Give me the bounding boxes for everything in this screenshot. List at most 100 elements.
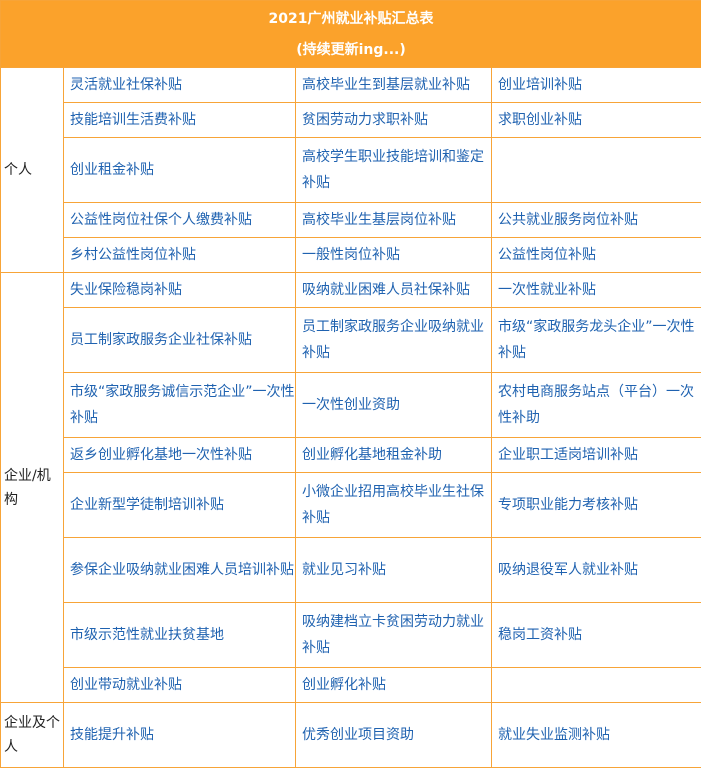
subsidy-link[interactable]: 创业孵化补贴: [302, 677, 386, 693]
table-row: 技能培训生活费补贴 贫困劳动力求职补贴 求职创业补贴: [1, 102, 701, 138]
table-cell: 返乡创业孵化基地一次性补贴: [63, 437, 296, 473]
subsidy-link[interactable]: 创业带动就业补贴: [70, 677, 182, 693]
subsidy-link[interactable]: 吸纳建档立卡贫困劳动力就业补贴: [302, 614, 484, 656]
subsidy-link[interactable]: 失业保险稳岗补贴: [70, 282, 182, 298]
table-cell: 企业职工适岗培训补贴: [490, 437, 701, 473]
table-cell: 高校学生职业技能培训和鉴定补贴: [295, 137, 492, 203]
subsidy-link[interactable]: 市级示范性就业扶贫基地: [70, 627, 224, 643]
subsidy-link[interactable]: 一次性就业补贴: [498, 282, 596, 298]
table-cell: 创业培训补贴: [490, 67, 701, 103]
table-row: 市级示范性就业扶贫基地 吸纳建档立卡贫困劳动力就业补贴 稳岗工资补贴: [1, 602, 701, 668]
subsidy-link[interactable]: 公益性岗位社保个人缴费补贴: [70, 212, 252, 228]
table-cell: 农村电商服务站点（平台）一次性补助: [490, 372, 701, 438]
subsidy-link[interactable]: 返乡创业孵化基地一次性补贴: [70, 447, 252, 463]
subsidy-link[interactable]: 市级“家政服务龙头企业”一次性补贴: [498, 319, 695, 361]
table-cell-empty: [490, 137, 701, 203]
table-cell: 创业租金补贴: [63, 137, 296, 203]
subsidy-link[interactable]: 灵活就业社保补贴: [70, 77, 182, 93]
category-individual: 个人: [0, 67, 64, 273]
table-cell: 吸纳建档立卡贫困劳动力就业补贴: [295, 602, 492, 668]
table-row: 参保企业吸纳就业困难人员培训补贴 就业见习补贴 吸纳退役军人就业补贴: [1, 537, 701, 603]
subsidy-link[interactable]: 公共就业服务岗位补贴: [498, 212, 638, 228]
table-title: 2021广州就业补贴汇总表: [268, 11, 434, 27]
subsidy-link[interactable]: 高校学生职业技能培训和鉴定补贴: [302, 149, 484, 191]
subsidy-link[interactable]: 员工制家政服务企业吸纳就业补贴: [302, 319, 484, 361]
table-cell: 一般性岗位补贴: [295, 237, 492, 273]
subsidy-link[interactable]: 稳岗工资补贴: [498, 627, 582, 643]
table-cell: 吸纳退役军人就业补贴: [490, 537, 701, 603]
table-subtitle: (持续更新ing...): [296, 42, 406, 58]
table-row: 返乡创业孵化基地一次性补贴 创业孵化基地租金补助 企业职工适岗培训补贴: [1, 437, 701, 473]
table-cell: 创业孵化补贴: [295, 667, 492, 703]
table-cell: 贫困劳动力求职补贴: [295, 102, 492, 138]
table-row: 市级“家政服务诚信示范企业”一次性补贴 一次性创业资助 农村电商服务站点（平台）…: [1, 372, 701, 438]
table-cell: 市级“家政服务龙头企业”一次性补贴: [490, 307, 701, 373]
table-row: 创业带动就业补贴 创业孵化补贴: [1, 667, 701, 703]
subsidy-link[interactable]: 贫困劳动力求职补贴: [302, 112, 428, 128]
table-cell: 小微企业招用高校毕业生社保补贴: [295, 472, 492, 538]
subsidy-link[interactable]: 市级“家政服务诚信示范企业”一次性补贴: [70, 384, 295, 426]
table-cell: 求职创业补贴: [490, 102, 701, 138]
subsidy-link[interactable]: 专项职业能力考核补贴: [498, 497, 638, 513]
table-cell-empty: [490, 667, 701, 703]
subsidy-link[interactable]: 一次性创业资助: [302, 397, 400, 413]
table-cell: 公益性岗位补贴: [490, 237, 701, 273]
subsidy-link[interactable]: 吸纳退役军人就业补贴: [498, 562, 638, 578]
subsidy-link[interactable]: 高校毕业生基层岗位补贴: [302, 212, 456, 228]
subsidy-link[interactable]: 农村电商服务站点（平台）一次性补助: [498, 384, 694, 426]
subsidy-link[interactable]: 企业新型学徒制培训补贴: [70, 497, 224, 513]
table-row: 个人 灵活就业社保补贴 高校毕业生到基层就业补贴 创业培训补贴: [0, 67, 701, 273]
table-row: 创业租金补贴 高校学生职业技能培训和鉴定补贴: [1, 137, 701, 203]
table-cell: 高校毕业生基层岗位补贴: [295, 202, 492, 238]
subsidy-link[interactable]: 企业职工适岗培训补贴: [498, 447, 638, 463]
subsidy-link[interactable]: 创业租金补贴: [70, 162, 154, 178]
table-cell: 企业新型学徒制培训补贴: [63, 472, 296, 538]
table-cell: 失业保险稳岗补贴: [63, 272, 296, 308]
subsidy-link[interactable]: 乡村公益性岗位补贴: [70, 247, 196, 263]
table-cell: 一次性创业资助: [295, 372, 492, 438]
table-cell: 公益性岗位社保个人缴费补贴: [63, 202, 296, 238]
table-cell: 员工制家政服务企业吸纳就业补贴: [295, 307, 492, 373]
table-cell: 专项职业能力考核补贴: [490, 472, 701, 538]
table-cell: 员工制家政服务企业社保补贴: [63, 307, 296, 373]
table-cell: 稳岗工资补贴: [490, 602, 701, 668]
table-cell: 公共就业服务岗位补贴: [490, 202, 701, 238]
title-row: 2021广州就业补贴汇总表 (持续更新ing...): [0, 0, 701, 68]
table-cell: 创业孵化基地租金补助: [295, 437, 492, 473]
subsidy-link[interactable]: 求职创业补贴: [498, 112, 582, 128]
category-enterprise: 企业/机构: [0, 272, 64, 703]
table-row: 企业及个人 技能提升补贴 优秀创业项目资助 就业失业监测补贴: [0, 702, 701, 768]
subsidy-link[interactable]: 优秀创业项目资助: [302, 727, 414, 743]
subsidy-link[interactable]: 技能培训生活费补贴: [70, 112, 196, 128]
table-row: 员工制家政服务企业社保补贴 员工制家政服务企业吸纳就业补贴 市级“家政服务龙头企…: [1, 307, 701, 373]
subsidy-link[interactable]: 高校毕业生到基层就业补贴: [302, 77, 470, 93]
table-row: 企业新型学徒制培训补贴 小微企业招用高校毕业生社保补贴 专项职业能力考核补贴: [1, 472, 701, 538]
table-cell: 市级示范性就业扶贫基地: [63, 602, 296, 668]
table-cell: 就业失业监测补贴: [490, 702, 701, 768]
subsidy-link[interactable]: 参保企业吸纳就业困难人员培训补贴: [70, 562, 294, 578]
subsidy-link[interactable]: 技能提升补贴: [70, 727, 154, 743]
table-cell: 技能培训生活费补贴: [63, 102, 296, 138]
table-cell: 技能提升补贴: [63, 702, 296, 768]
subsidy-link[interactable]: 公益性岗位补贴: [498, 247, 596, 263]
subsidy-link[interactable]: 小微企业招用高校毕业生社保补贴: [302, 484, 484, 526]
subsidy-link[interactable]: 吸纳就业困难人员社保补贴: [302, 282, 470, 298]
table-row: 公益性岗位社保个人缴费补贴 高校毕业生基层岗位补贴 公共就业服务岗位补贴: [1, 202, 701, 238]
subsidy-link[interactable]: 一般性岗位补贴: [302, 247, 400, 263]
table-cell: 灵活就业社保补贴: [63, 67, 296, 103]
table-cell: 参保企业吸纳就业困难人员培训补贴: [63, 537, 296, 603]
table-cell: 高校毕业生到基层就业补贴: [295, 67, 492, 103]
subsidy-link[interactable]: 就业失业监测补贴: [498, 727, 610, 743]
table-cell: 一次性就业补贴: [490, 272, 701, 308]
table-cell: 乡村公益性岗位补贴: [63, 237, 296, 273]
table-cell: 市级“家政服务诚信示范企业”一次性补贴: [63, 372, 296, 438]
title-cell: 2021广州就业补贴汇总表 (持续更新ing...): [0, 0, 701, 68]
subsidy-link[interactable]: 就业见习补贴: [302, 562, 386, 578]
subsidy-link[interactable]: 员工制家政服务企业社保补贴: [70, 332, 252, 348]
subsidy-link[interactable]: 创业培训补贴: [498, 77, 582, 93]
table-row: 企业/机构 失业保险稳岗补贴 吸纳就业困难人员社保补贴 一次性就业补贴: [0, 272, 701, 703]
subsidy-link[interactable]: 创业孵化基地租金补助: [302, 447, 442, 463]
subsidy-summary-table: 2021广州就业补贴汇总表 (持续更新ing...) 个人 灵活就业社保补贴 高…: [0, 0, 701, 768]
table-cell: 优秀创业项目资助: [295, 702, 492, 768]
table-row: 乡村公益性岗位补贴 一般性岗位补贴 公益性岗位补贴: [1, 237, 701, 273]
